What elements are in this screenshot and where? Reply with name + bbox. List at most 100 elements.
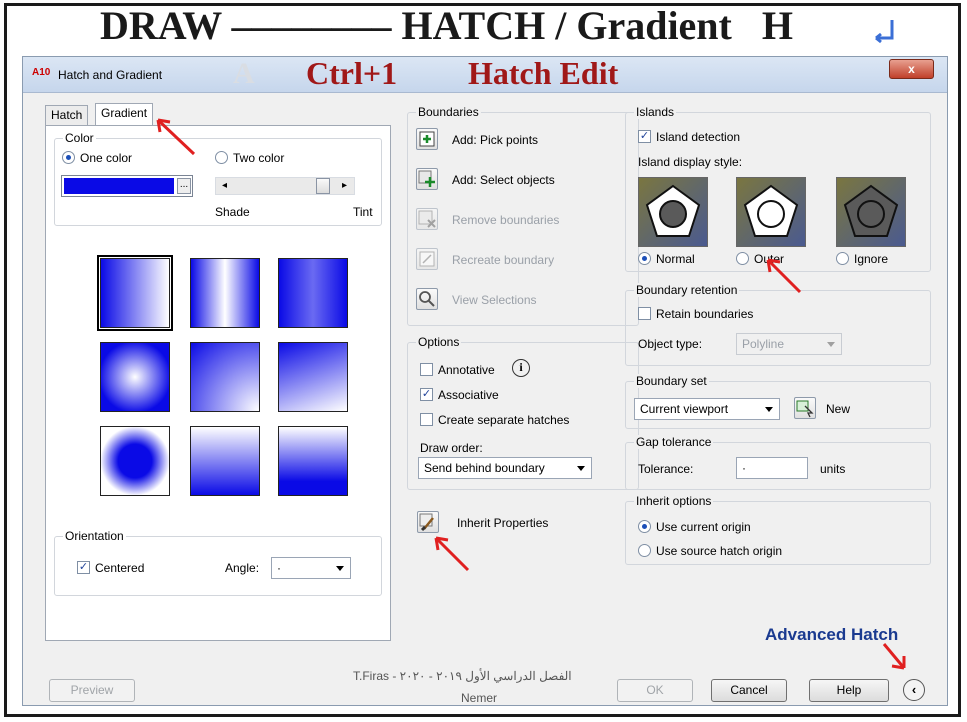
- gradient-pattern-invcylinder[interactable]: [278, 258, 348, 328]
- pick-points-button[interactable]: [416, 128, 438, 150]
- retain-boundaries-checkbox[interactable]: [638, 307, 651, 320]
- centered-label: Centered: [95, 561, 145, 575]
- preview-button[interactable]: Preview: [49, 679, 135, 702]
- gradient-pattern-linear-1[interactable]: [97, 255, 173, 331]
- close-button[interactable]: x: [889, 59, 934, 79]
- inherit-options-group-label: Inherit options: [634, 494, 714, 508]
- remove-boundaries-icon: [418, 210, 436, 228]
- island-outer-preview[interactable]: [736, 177, 806, 247]
- boundary-retention-group-label: Boundary retention: [634, 283, 740, 297]
- tolerance-input[interactable]: ·: [736, 457, 808, 479]
- footer-name: Nemer: [461, 691, 498, 705]
- slider-thumb[interactable]: [316, 178, 330, 194]
- ok-button[interactable]: OK: [617, 679, 693, 702]
- annotative-checkbox[interactable]: [420, 363, 433, 376]
- two-color-radio[interactable]: [215, 151, 228, 164]
- select-objects-button[interactable]: [416, 168, 438, 190]
- gradient-pattern-curved[interactable]: [278, 342, 348, 412]
- chevron-down-icon: [336, 566, 344, 571]
- associative-checkbox[interactable]: ✓: [420, 388, 433, 401]
- pentagon-ignore-icon: [843, 184, 899, 237]
- remove-boundaries-label: Remove boundaries: [452, 213, 560, 227]
- boundaries-group-label: Boundaries: [416, 105, 481, 119]
- gradient-pattern-hemispherical[interactable]: [190, 342, 260, 412]
- shade-label: Shade: [215, 205, 250, 219]
- arrow-to-outer-radio-icon: [766, 258, 802, 294]
- options-group: Options Annotative i ✓ Associative Creat…: [407, 335, 639, 490]
- cancel-button[interactable]: Cancel: [711, 679, 787, 702]
- arrow-to-inherit-properties-icon: [434, 536, 470, 572]
- dialog-title: Hatch and Gradient: [58, 68, 163, 82]
- add-pick-points-icon: [419, 131, 435, 147]
- boundary-set-select[interactable]: Current viewport: [634, 398, 780, 420]
- add-select-objects-icon: [418, 170, 435, 187]
- annotative-label: Annotative: [438, 363, 495, 377]
- slider-right-arrow-icon[interactable]: ▸: [342, 180, 347, 191]
- shade-tint-slider[interactable]: ◂ ▸: [215, 177, 355, 195]
- inherit-properties-label: Inherit Properties: [457, 516, 549, 530]
- separate-hatches-checkbox[interactable]: [420, 413, 433, 426]
- retain-boundaries-label: Retain boundaries: [656, 307, 754, 321]
- two-color-label: Two color: [233, 151, 285, 165]
- gradient-pattern-invspherical[interactable]: [100, 426, 170, 496]
- island-normal-label: Normal: [656, 252, 695, 266]
- draw-order-value: Send behind boundary: [424, 461, 545, 475]
- gradient-pattern-invhemispherical[interactable]: [190, 426, 260, 496]
- autocad-app-icon: A10: [32, 67, 51, 78]
- paintbrush-icon: [419, 513, 434, 532]
- islands-group: Islands ✓ Island detection Island displa…: [625, 105, 931, 272]
- help-button[interactable]: Help: [809, 679, 889, 702]
- chevron-down-icon: [577, 466, 585, 471]
- island-ignore-preview[interactable]: [836, 177, 906, 247]
- watermark-text: A: [233, 57, 255, 90]
- current-origin-radio[interactable]: [638, 520, 651, 533]
- pentagon-normal-icon: [645, 184, 701, 237]
- info-icon[interactable]: i: [512, 359, 530, 377]
- gradient-pattern-invcurved[interactable]: [278, 426, 348, 496]
- one-color-radio[interactable]: [62, 151, 75, 164]
- chevron-down-icon: [765, 407, 773, 412]
- gradient-pattern-cylinder[interactable]: [190, 258, 260, 328]
- orientation-group: Orientation ✓ Centered Angle: ·: [54, 529, 382, 596]
- options-group-label: Options: [416, 335, 462, 349]
- object-type-select[interactable]: Polyline: [736, 333, 842, 355]
- gap-tolerance-group-label: Gap tolerance: [634, 435, 714, 449]
- new-boundary-set-icon: [796, 400, 814, 418]
- color-browse-button[interactable]: ...: [177, 178, 191, 194]
- color-group-label: Color: [63, 131, 96, 145]
- island-ignore-radio[interactable]: [836, 252, 849, 265]
- tint-label: Tint: [353, 205, 373, 219]
- recreate-boundary-button[interactable]: [416, 248, 438, 270]
- color-group: Color One color Two color ... ◂ ▸ Shade …: [54, 131, 382, 226]
- angle-select[interactable]: ·: [271, 557, 351, 579]
- arrow-to-advanced-icon: [882, 643, 906, 670]
- draw-order-select[interactable]: Send behind boundary: [418, 457, 592, 479]
- tab-area: Hatch Gradient Color One color Two color…: [33, 103, 393, 675]
- new-boundary-set-button[interactable]: [794, 397, 816, 419]
- associative-label: Associative: [438, 388, 499, 402]
- source-origin-label: Use source hatch origin: [656, 544, 783, 558]
- island-normal-preview[interactable]: [638, 177, 708, 247]
- remove-boundaries-button[interactable]: [416, 208, 438, 230]
- source-origin-radio[interactable]: [638, 544, 651, 557]
- tab-gradient[interactable]: Gradient: [95, 103, 154, 125]
- island-detection-checkbox[interactable]: ✓: [638, 130, 651, 143]
- boundary-set-group-label: Boundary set: [634, 374, 709, 388]
- boundary-retention-group: Boundary retention Retain boundaries Obj…: [625, 283, 931, 366]
- island-normal-radio[interactable]: [638, 252, 651, 265]
- view-selections-button[interactable]: [416, 288, 438, 310]
- islands-group-label: Islands: [634, 105, 677, 119]
- title-bar: A10 Hatch and Gradient A Ctrl+1 Hatch Ed…: [23, 55, 947, 93]
- advanced-options-chevron-icon[interactable]: ‹: [903, 679, 925, 701]
- gradient-pattern-spherical[interactable]: [100, 342, 170, 412]
- tolerance-label: Tolerance:: [638, 462, 694, 476]
- units-label: units: [820, 462, 846, 476]
- color-swatch-field[interactable]: ...: [61, 175, 193, 197]
- centered-checkbox[interactable]: ✓: [77, 561, 90, 574]
- object-type-label: Object type:: [638, 337, 703, 351]
- slider-left-arrow-icon[interactable]: ◂: [222, 180, 227, 191]
- magnifier-icon: [419, 291, 435, 307]
- tab-hatch[interactable]: Hatch: [45, 105, 89, 125]
- island-outer-radio[interactable]: [736, 252, 749, 265]
- island-detection-label: Island detection: [656, 130, 741, 144]
